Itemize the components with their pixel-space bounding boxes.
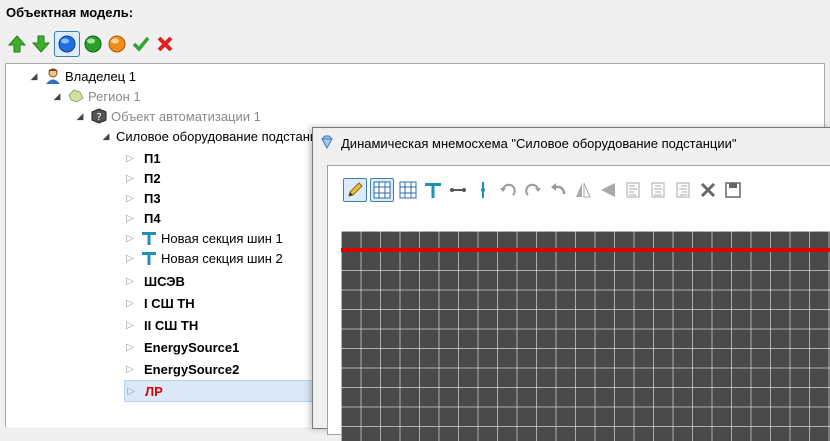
tree-item[interactable]: ▷ П3 bbox=[124, 188, 160, 208]
rotate-right-button[interactable] bbox=[522, 179, 544, 201]
collapsed-arrow-icon[interactable]: ▷ bbox=[124, 276, 136, 287]
tree-item[interactable]: ▷ I СШ ТН bbox=[124, 293, 194, 313]
collapsed-arrow-icon[interactable]: ▷ bbox=[124, 193, 136, 204]
flip-vertical-button[interactable] bbox=[597, 179, 619, 201]
tree-item[interactable]: ▷ Новая секция шин 1 bbox=[124, 228, 283, 248]
grid-icon bbox=[373, 181, 391, 199]
tree-item[interactable]: ▷ II СШ ТН bbox=[124, 315, 198, 335]
tree-item[interactable]: ▷ EnergySource2 bbox=[124, 359, 239, 379]
align-left-icon bbox=[626, 182, 640, 198]
green-circle-icon bbox=[84, 35, 102, 53]
rotate-left-button[interactable] bbox=[497, 179, 519, 201]
tree-item[interactable]: ▷ П2 bbox=[124, 168, 160, 188]
align-left-button[interactable] bbox=[622, 179, 644, 201]
expanded-arrow-icon[interactable]: ◢ bbox=[74, 111, 86, 122]
busbar-section-icon bbox=[140, 249, 158, 267]
align-center-icon bbox=[651, 182, 665, 198]
diagram-editor bbox=[327, 165, 830, 441]
tree-node-equipment[interactable]: ◢ Силовое оборудование подстанции bbox=[100, 126, 332, 146]
grid-icon bbox=[399, 181, 417, 199]
orange-mode-button[interactable] bbox=[106, 33, 128, 55]
move-up-button[interactable] bbox=[6, 33, 28, 55]
collapsed-arrow-icon[interactable]: ▷ bbox=[124, 320, 136, 331]
grid-snap-button[interactable] bbox=[370, 178, 394, 202]
tree-node-automation-object[interactable]: ◢ ? Объект автоматизации 1 bbox=[74, 106, 261, 126]
busbar-tool-button[interactable] bbox=[422, 179, 444, 201]
diagram-toolbar bbox=[343, 178, 744, 202]
undo-button[interactable] bbox=[547, 179, 569, 201]
busbar-icon bbox=[425, 183, 441, 198]
delete-button[interactable] bbox=[154, 33, 176, 55]
tree-item[interactable]: ▷ Новая секция шин 2 bbox=[124, 248, 283, 268]
align-right-icon bbox=[676, 182, 690, 198]
window-titlebar[interactable]: Динамическая мнемосхема "Силовое оборудо… bbox=[313, 128, 830, 158]
mnemonic-diagram-window[interactable]: Динамическая мнемосхема "Силовое оборудо… bbox=[312, 127, 830, 441]
up-arrow-icon bbox=[7, 35, 27, 53]
collapsed-arrow-icon[interactable]: ▷ bbox=[124, 253, 136, 264]
diamond-app-icon bbox=[319, 134, 335, 153]
vertical-line-tool-button[interactable] bbox=[472, 179, 494, 201]
collapsed-arrow-icon[interactable]: ▷ bbox=[124, 213, 136, 224]
tree-node-owner[interactable]: ◢ Владелец 1 bbox=[28, 66, 136, 86]
collapsed-arrow-icon[interactable]: ▷ bbox=[124, 298, 136, 309]
collapsed-arrow-icon[interactable]: ▷ bbox=[124, 233, 136, 244]
pencil-button[interactable] bbox=[343, 178, 367, 202]
flip-horizontal-icon bbox=[576, 182, 591, 198]
green-mode-button[interactable] bbox=[82, 33, 104, 55]
rotate-left-icon bbox=[500, 183, 516, 196]
blue-mode-button[interactable] bbox=[54, 31, 80, 57]
connector-icon bbox=[450, 188, 466, 192]
apply-button[interactable] bbox=[130, 33, 152, 55]
window-title: Динамическая мнемосхема "Силовое оборудо… bbox=[341, 135, 737, 151]
checkmark-icon bbox=[132, 36, 150, 52]
expanded-arrow-icon[interactable]: ◢ bbox=[51, 91, 63, 102]
align-right-button[interactable] bbox=[672, 179, 694, 201]
close-icon bbox=[700, 182, 716, 198]
undo-icon bbox=[551, 183, 566, 195]
blue-circle-icon bbox=[58, 35, 76, 53]
align-center-button[interactable] bbox=[647, 179, 669, 201]
tree-item[interactable]: ▷ П4 bbox=[124, 208, 160, 228]
delete-element-button[interactable] bbox=[697, 179, 719, 201]
connection-tool-button[interactable] bbox=[447, 179, 469, 201]
grid-button[interactable] bbox=[397, 179, 419, 201]
collapsed-arrow-icon[interactable]: ▷ bbox=[125, 386, 137, 397]
busbar-section-icon bbox=[140, 229, 158, 247]
svg-text:?: ? bbox=[96, 112, 101, 123]
save-icon bbox=[725, 182, 741, 198]
tree-item[interactable]: ▷ П1 bbox=[124, 148, 160, 168]
collapsed-arrow-icon[interactable]: ▷ bbox=[124, 364, 136, 375]
busbar-line[interactable] bbox=[341, 248, 830, 252]
tree-item[interactable]: ▷ ШСЭВ bbox=[124, 271, 185, 291]
down-arrow-icon bbox=[31, 35, 51, 53]
move-down-button[interactable] bbox=[30, 33, 52, 55]
rotate-right-icon bbox=[525, 183, 541, 196]
person-icon bbox=[44, 67, 62, 85]
cross-icon bbox=[157, 36, 173, 52]
tree-node-region[interactable]: ◢ Регион 1 bbox=[51, 86, 141, 106]
save-button[interactable] bbox=[722, 179, 744, 201]
flip-vertical-icon bbox=[601, 183, 615, 197]
region-map-icon bbox=[67, 87, 85, 105]
diagram-canvas[interactable] bbox=[341, 231, 830, 441]
flip-horizontal-button[interactable] bbox=[572, 179, 594, 201]
collapsed-arrow-icon[interactable]: ▷ bbox=[124, 153, 136, 164]
vertical-connector-icon bbox=[481, 182, 485, 198]
pencil-icon bbox=[348, 182, 363, 197]
tree-item-selected[interactable]: ▷ ЛР bbox=[124, 380, 326, 402]
orange-circle-icon bbox=[108, 35, 126, 53]
collapsed-arrow-icon[interactable]: ▷ bbox=[124, 342, 136, 353]
cube-question-icon: ? bbox=[90, 107, 108, 125]
expanded-arrow-icon[interactable]: ◢ bbox=[100, 131, 112, 142]
expanded-arrow-icon[interactable]: ◢ bbox=[28, 71, 40, 82]
panel-title: Объектная модель: bbox=[6, 5, 134, 20]
object-model-toolbar bbox=[6, 29, 176, 59]
tree-item[interactable]: ▷ EnergySource1 bbox=[124, 337, 239, 357]
collapsed-arrow-icon[interactable]: ▷ bbox=[124, 173, 136, 184]
